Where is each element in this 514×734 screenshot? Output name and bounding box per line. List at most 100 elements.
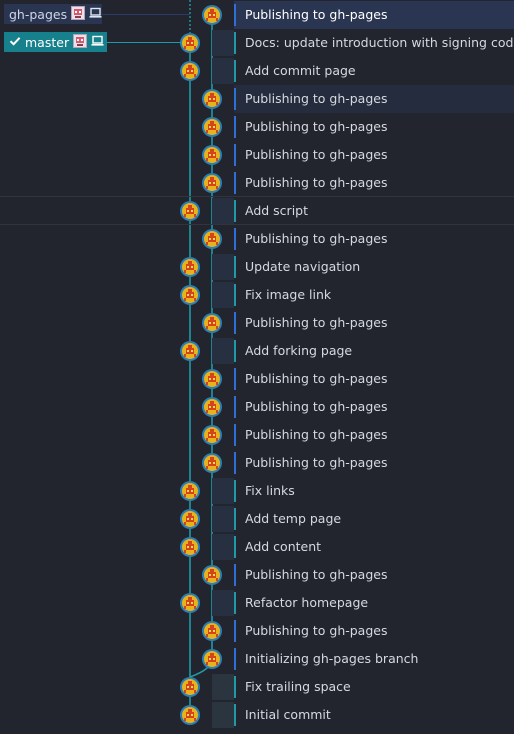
branch-marker	[234, 648, 236, 670]
commit-row[interactable]: Add script	[0, 197, 514, 225]
row-separator	[0, 224, 514, 225]
branch-marker	[234, 60, 236, 82]
branch-marker	[234, 676, 236, 698]
lane-cell	[212, 590, 234, 616]
branch-marker	[234, 256, 236, 278]
branch-marker	[234, 592, 236, 614]
commit-row[interactable]: Refactor homepage	[0, 589, 514, 617]
commit-message: Publishing to gh-pages	[245, 623, 388, 638]
commit-row[interactable]: Fix links	[0, 477, 514, 505]
branch-tag-master[interactable]: master	[4, 32, 107, 52]
commit-message: Add temp page	[245, 511, 342, 526]
commit-message: Update navigation	[245, 259, 361, 274]
branch-marker	[234, 424, 236, 446]
commit-row[interactable]: Publishing to gh-pages	[0, 561, 514, 589]
commit-message: Publishing to gh-pages	[245, 427, 388, 442]
commit-message: Docs: update introduction with signing c…	[245, 35, 514, 50]
commit-message: Publishing to gh-pages	[245, 231, 388, 246]
check-icon	[9, 35, 21, 50]
commit-message: Add content	[245, 539, 322, 554]
commit-row[interactable]: Add content	[0, 533, 514, 561]
commit-row[interactable]: Update navigation	[0, 253, 514, 281]
commit-message: Publishing to gh-pages	[245, 91, 388, 106]
laptop-icon	[91, 35, 104, 50]
commit-message: Add commit page	[245, 63, 356, 78]
avatar-icon	[73, 33, 88, 51]
branch-marker	[234, 620, 236, 642]
commit-row[interactable]: Publishing to gh-pages	[0, 309, 514, 337]
commit-message: Initial commit	[245, 707, 331, 722]
commit-message: Fix image link	[245, 287, 332, 302]
ghpages-tag-connector	[102, 14, 190, 15]
branch-marker	[234, 340, 236, 362]
lane-cell	[212, 198, 234, 224]
commit-message: Fix links	[245, 483, 295, 498]
commit-message: Initializing gh-pages branch	[245, 651, 419, 666]
lane-cell	[212, 674, 234, 700]
branch-marker	[234, 4, 236, 26]
commit-message: Refactor homepage	[245, 595, 369, 610]
commit-message: Publishing to gh-pages	[245, 7, 388, 22]
commit-row[interactable]: Publishing to gh-pages	[0, 225, 514, 253]
branch-marker	[234, 536, 236, 558]
commit-message: Publishing to gh-pages	[245, 147, 388, 162]
commit-row[interactable]: Initializing gh-pages branch	[0, 645, 514, 673]
commit-message: Publishing to gh-pages	[245, 119, 388, 134]
commit-message: Publishing to gh-pages	[245, 567, 388, 582]
branch-marker	[234, 704, 236, 726]
commit-row[interactable]: Publishing to gh-pages	[0, 85, 514, 113]
branch-marker	[234, 508, 236, 530]
commit-row[interactable]: Publishing to gh-pages	[0, 141, 514, 169]
commit-row[interactable]: Publishing to gh-pages	[0, 421, 514, 449]
branch-marker	[234, 144, 236, 166]
commit-message: Publishing to gh-pages	[245, 399, 388, 414]
commit-message: Fix trailing space	[245, 679, 351, 694]
branch-marker	[234, 228, 236, 250]
commit-message: Add forking page	[245, 343, 353, 358]
commit-row[interactable]: Publishing to gh-pages	[0, 617, 514, 645]
lane-cell	[212, 254, 234, 280]
branch-marker	[234, 396, 236, 418]
branch-marker	[234, 172, 236, 194]
branch-label-gh-pages: gh-pages	[9, 6, 68, 22]
lane-cell	[212, 338, 234, 364]
laptop-icon	[89, 7, 102, 22]
master-tag-connector	[107, 42, 181, 43]
commit-message: Add script	[245, 203, 309, 218]
commit-row[interactable]: Fix image link	[0, 281, 514, 309]
commit-row[interactable]: Publishing to gh-pages	[0, 365, 514, 393]
commit-row[interactable]: Publishing to gh-pages	[0, 393, 514, 421]
branch-marker	[234, 284, 236, 306]
branch-marker	[234, 564, 236, 586]
commit-message: Publishing to gh-pages	[245, 315, 388, 330]
branch-marker	[234, 88, 236, 110]
lane-cell	[212, 702, 234, 728]
commit-row[interactable]: Publishing to gh-pages	[0, 113, 514, 141]
branch-marker	[234, 116, 236, 138]
lane-cell	[212, 58, 234, 84]
branch-marker	[234, 32, 236, 54]
branch-tag-gh-pages[interactable]: gh-pages	[4, 4, 102, 24]
commit-graph: Publishing to gh-pages Docs: update intro…	[0, 0, 514, 734]
lane-cell	[212, 478, 234, 504]
commit-row[interactable]: Initial commit	[0, 701, 514, 729]
avatar-icon	[71, 5, 86, 23]
commit-row[interactable]: Fix trailing space	[0, 673, 514, 701]
branch-marker	[234, 200, 236, 222]
row-separator	[0, 196, 514, 197]
commit-row[interactable]: Add commit page	[0, 57, 514, 85]
lane-cell	[212, 506, 234, 532]
commit-message: Publishing to gh-pages	[245, 175, 388, 190]
branch-label-master: master	[25, 34, 70, 50]
commit-row[interactable]: Add temp page	[0, 505, 514, 533]
commit-row[interactable]: Add forking page	[0, 337, 514, 365]
branch-marker	[234, 480, 236, 502]
commit-row[interactable]: Publishing to gh-pages	[0, 169, 514, 197]
lane-cell	[212, 30, 234, 56]
commit-message: Publishing to gh-pages	[245, 371, 388, 386]
branch-marker	[234, 368, 236, 390]
commit-row[interactable]: Publishing to gh-pages	[0, 449, 514, 477]
lane-cell	[212, 534, 234, 560]
branch-marker	[234, 452, 236, 474]
commit-message: Publishing to gh-pages	[245, 455, 388, 470]
